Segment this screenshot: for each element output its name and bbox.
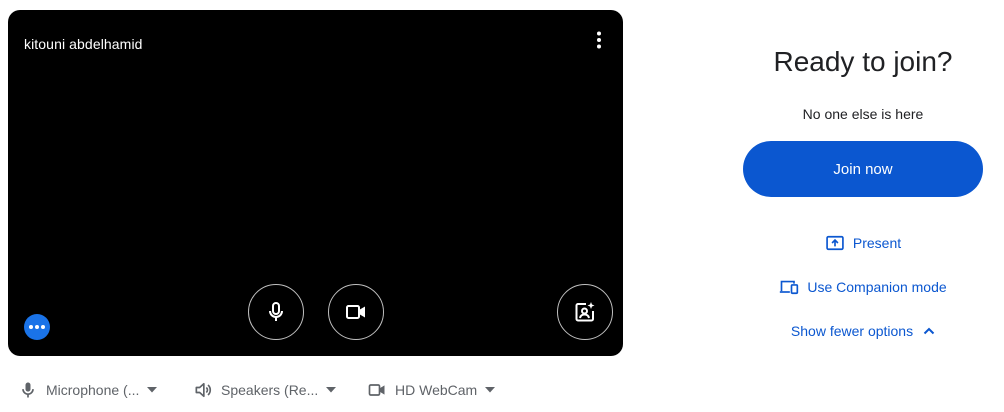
meet-prejoin-screen: kitouni abdelhamid Microphone (... Speak… — [0, 0, 1004, 412]
toggle-microphone-button[interactable] — [248, 284, 304, 340]
visual-effects-icon — [575, 302, 595, 322]
visual-effects-button[interactable] — [557, 284, 613, 340]
present-button[interactable]: Present — [743, 231, 983, 255]
speakers-select-label: Speakers (Re... — [221, 382, 319, 398]
toggle-camera-button[interactable] — [328, 284, 384, 340]
microphone-icon — [269, 302, 283, 321]
join-now-button[interactable]: Join now — [743, 141, 983, 197]
camera-select[interactable]: HD WebCam — [367, 378, 517, 402]
present-to-all-icon — [826, 235, 844, 251]
camera-select-label: HD WebCam — [395, 382, 478, 398]
more-vert-icon — [597, 31, 601, 49]
arrow-drop-down-icon — [147, 387, 158, 393]
present-label: Present — [852, 235, 902, 251]
ready-to-join-title: Ready to join? — [773, 46, 953, 77]
participant-name: kitouni abdelhamid — [24, 36, 143, 52]
videocam-icon — [368, 384, 385, 396]
videocam-icon — [346, 305, 365, 319]
speaker-icon — [195, 382, 212, 398]
microphone-select-label: Microphone (... — [46, 382, 140, 398]
more-horiz-icon — [29, 325, 45, 329]
companion-mode-button[interactable]: Use Companion mode — [743, 275, 983, 299]
more-actions-button[interactable] — [24, 314, 50, 340]
show-fewer-options-label: Show fewer options — [790, 323, 914, 339]
chevron-up-icon — [923, 327, 935, 335]
device-selector-bar: Microphone (... Speakers (Re... HD WebCa… — [18, 378, 517, 402]
join-now-label: Join now — [833, 160, 893, 178]
show-fewer-options-button[interactable]: Show fewer options — [743, 319, 983, 343]
video-preview: kitouni abdelhamid — [8, 10, 623, 356]
companion-mode-label: Use Companion mode — [807, 279, 947, 295]
arrow-drop-down-icon — [326, 387, 337, 393]
speakers-select[interactable]: Speakers (Re... — [193, 378, 367, 402]
arrow-drop-down-icon — [485, 387, 496, 393]
microphone-select[interactable]: Microphone (... — [18, 378, 193, 402]
devices-icon — [780, 280, 799, 295]
join-panel: Ready to join? No one else is here Join … — [743, 0, 983, 412]
microphone-icon — [22, 382, 34, 398]
participants-status: No one else is here — [802, 106, 924, 122]
more-options-button[interactable] — [589, 30, 609, 50]
